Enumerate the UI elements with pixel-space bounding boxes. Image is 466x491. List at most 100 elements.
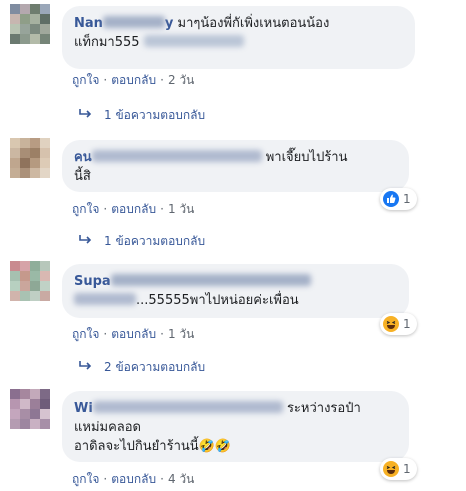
avatar-pixel [40, 158, 50, 168]
reply-link[interactable]: ตอบกลับ [111, 472, 156, 486]
avatar-pixel [30, 291, 40, 301]
reaction-summary[interactable]: 1 [380, 313, 417, 335]
avatar[interactable] [10, 138, 50, 178]
avatar-pixel [20, 34, 30, 44]
avatar-pixel [30, 261, 40, 271]
comment-text: แหม่มคลอด [74, 420, 141, 435]
reaction-count: 1 [403, 462, 411, 476]
comment-text: มาๆน้องพี่กัเพิ่งเหนตอนน้อง [177, 16, 330, 31]
avatar-pixel [20, 261, 30, 271]
avatar-pixel [30, 168, 40, 178]
avatar-pixel [40, 271, 50, 281]
avatar-pixel [20, 281, 30, 291]
avatar-pixel [10, 281, 20, 291]
avatar-pixel [30, 158, 40, 168]
comment-bubble: Supa ...55555พาไปหน่อยค่ะเพื่อน [62, 264, 409, 318]
reply-arrow-icon [78, 359, 94, 375]
comment-actions: ถูกใจ · ตอบกลับ · 4 วัน [72, 472, 195, 486]
avatar-pixel [10, 138, 20, 148]
avatar-pixel [10, 409, 20, 419]
comment-text: ...55555พาไปหน่อยค่ะเพื่อน [136, 293, 299, 308]
comment-text: ระหว่างรอป๋า [286, 401, 361, 416]
comment-text: แท็กมา555 [74, 35, 140, 50]
timestamp[interactable]: 1 วัน [168, 327, 194, 341]
haha-reaction-icon [383, 461, 399, 477]
avatar-pixel [40, 409, 50, 419]
tagged-name-redacted [143, 35, 244, 47]
avatar-pixel [10, 24, 20, 34]
avatar-pixel [10, 168, 20, 178]
reply-link[interactable]: ตอบกลับ [111, 327, 156, 341]
avatar-pixel [20, 14, 30, 24]
timestamp[interactable]: 1 วัน [168, 202, 194, 216]
avatar-pixel [10, 389, 20, 399]
avatar-pixel [40, 148, 50, 158]
comment-text: นี้สิ [74, 169, 91, 184]
avatar-pixel [40, 389, 50, 399]
author-name[interactable]: Nan y [74, 16, 173, 31]
avatar-pixel [40, 138, 50, 148]
avatar-pixel [40, 24, 50, 34]
avatar-pixel [30, 271, 40, 281]
avatar[interactable] [10, 389, 50, 429]
avatar-pixel [40, 34, 50, 44]
timestamp[interactable]: 4 วัน [168, 472, 194, 486]
comment-text: พาเจี๊ยบไปร้าน [265, 150, 348, 165]
comment-actions: ถูกใจ · ตอบกลับ · 1 วัน [72, 202, 195, 216]
avatar-pixel [10, 291, 20, 301]
comment-actions: ถูกใจ · ตอบกลับ · 1 วัน [72, 327, 195, 341]
avatar-pixel [30, 409, 40, 419]
reaction-count: 1 [403, 317, 411, 331]
like-link[interactable]: ถูกใจ [72, 202, 99, 216]
avatar-pixel [30, 4, 40, 14]
reply-link[interactable]: ตอบกลับ [111, 202, 156, 216]
reaction-count: 1 [403, 192, 411, 206]
avatar-pixel [10, 261, 20, 271]
avatar-pixel [30, 399, 40, 409]
avatar-pixel [20, 419, 30, 429]
reply-arrow-icon [78, 233, 94, 249]
comment-bubble: คน พาเจี๊ยบไปร้าน นี้สิ [62, 140, 409, 192]
avatar-pixel [40, 14, 50, 24]
author-name-redacted [74, 293, 136, 305]
view-replies-link[interactable]: 1 ข้อความตอบกลับ [78, 107, 205, 123]
avatar-pixel [20, 138, 30, 148]
avatar-pixel [20, 409, 30, 419]
avatar-pixel [20, 24, 30, 34]
author-name[interactable]: Wi [74, 401, 283, 416]
avatar[interactable] [10, 261, 50, 301]
view-replies-link[interactable]: 1 ข้อความตอบกลับ [78, 233, 205, 249]
haha-reaction-icon [383, 316, 399, 332]
avatar-pixel [20, 4, 30, 14]
avatar-pixel [20, 399, 30, 409]
avatar-pixel [40, 399, 50, 409]
comment-bubble: Nan y มาๆน้องพี่กัเพิ่งเหนตอนน้อง แท็กมา5… [62, 6, 415, 69]
avatar-pixel [10, 34, 20, 44]
avatar[interactable] [10, 4, 50, 44]
avatar-pixel [40, 419, 50, 429]
author-name[interactable]: คน [74, 150, 262, 165]
like-link[interactable]: ถูกใจ [72, 472, 99, 486]
avatar-pixel [40, 291, 50, 301]
avatar-pixel [20, 291, 30, 301]
timestamp[interactable]: 2 วัน [168, 73, 194, 87]
reply-arrow-icon [78, 107, 94, 123]
reply-link[interactable]: ตอบกลับ [111, 73, 156, 87]
avatar-pixel [40, 261, 50, 271]
avatar-pixel [30, 14, 40, 24]
avatar-pixel [30, 419, 40, 429]
avatar-pixel [10, 14, 20, 24]
like-link[interactable]: ถูกใจ [72, 327, 99, 341]
reaction-summary[interactable]: 1 [380, 458, 417, 480]
view-replies-link[interactable]: 2 ข้อความตอบกลับ [78, 359, 205, 375]
avatar-pixel [20, 271, 30, 281]
avatar-pixel [30, 34, 40, 44]
like-link[interactable]: ถูกใจ [72, 73, 99, 87]
avatar-pixel [30, 24, 40, 34]
comment-bubble: Wi ระหว่างรอป๋า แหม่มคลอด อาดิลจะไปกินยำ… [62, 391, 409, 462]
avatar-pixel [20, 168, 30, 178]
author-name[interactable]: Supa [74, 274, 311, 289]
reaction-summary[interactable]: 1 [380, 188, 417, 210]
comment-actions: ถูกใจ · ตอบกลับ · 2 วัน [72, 73, 195, 87]
avatar-pixel [30, 148, 40, 158]
